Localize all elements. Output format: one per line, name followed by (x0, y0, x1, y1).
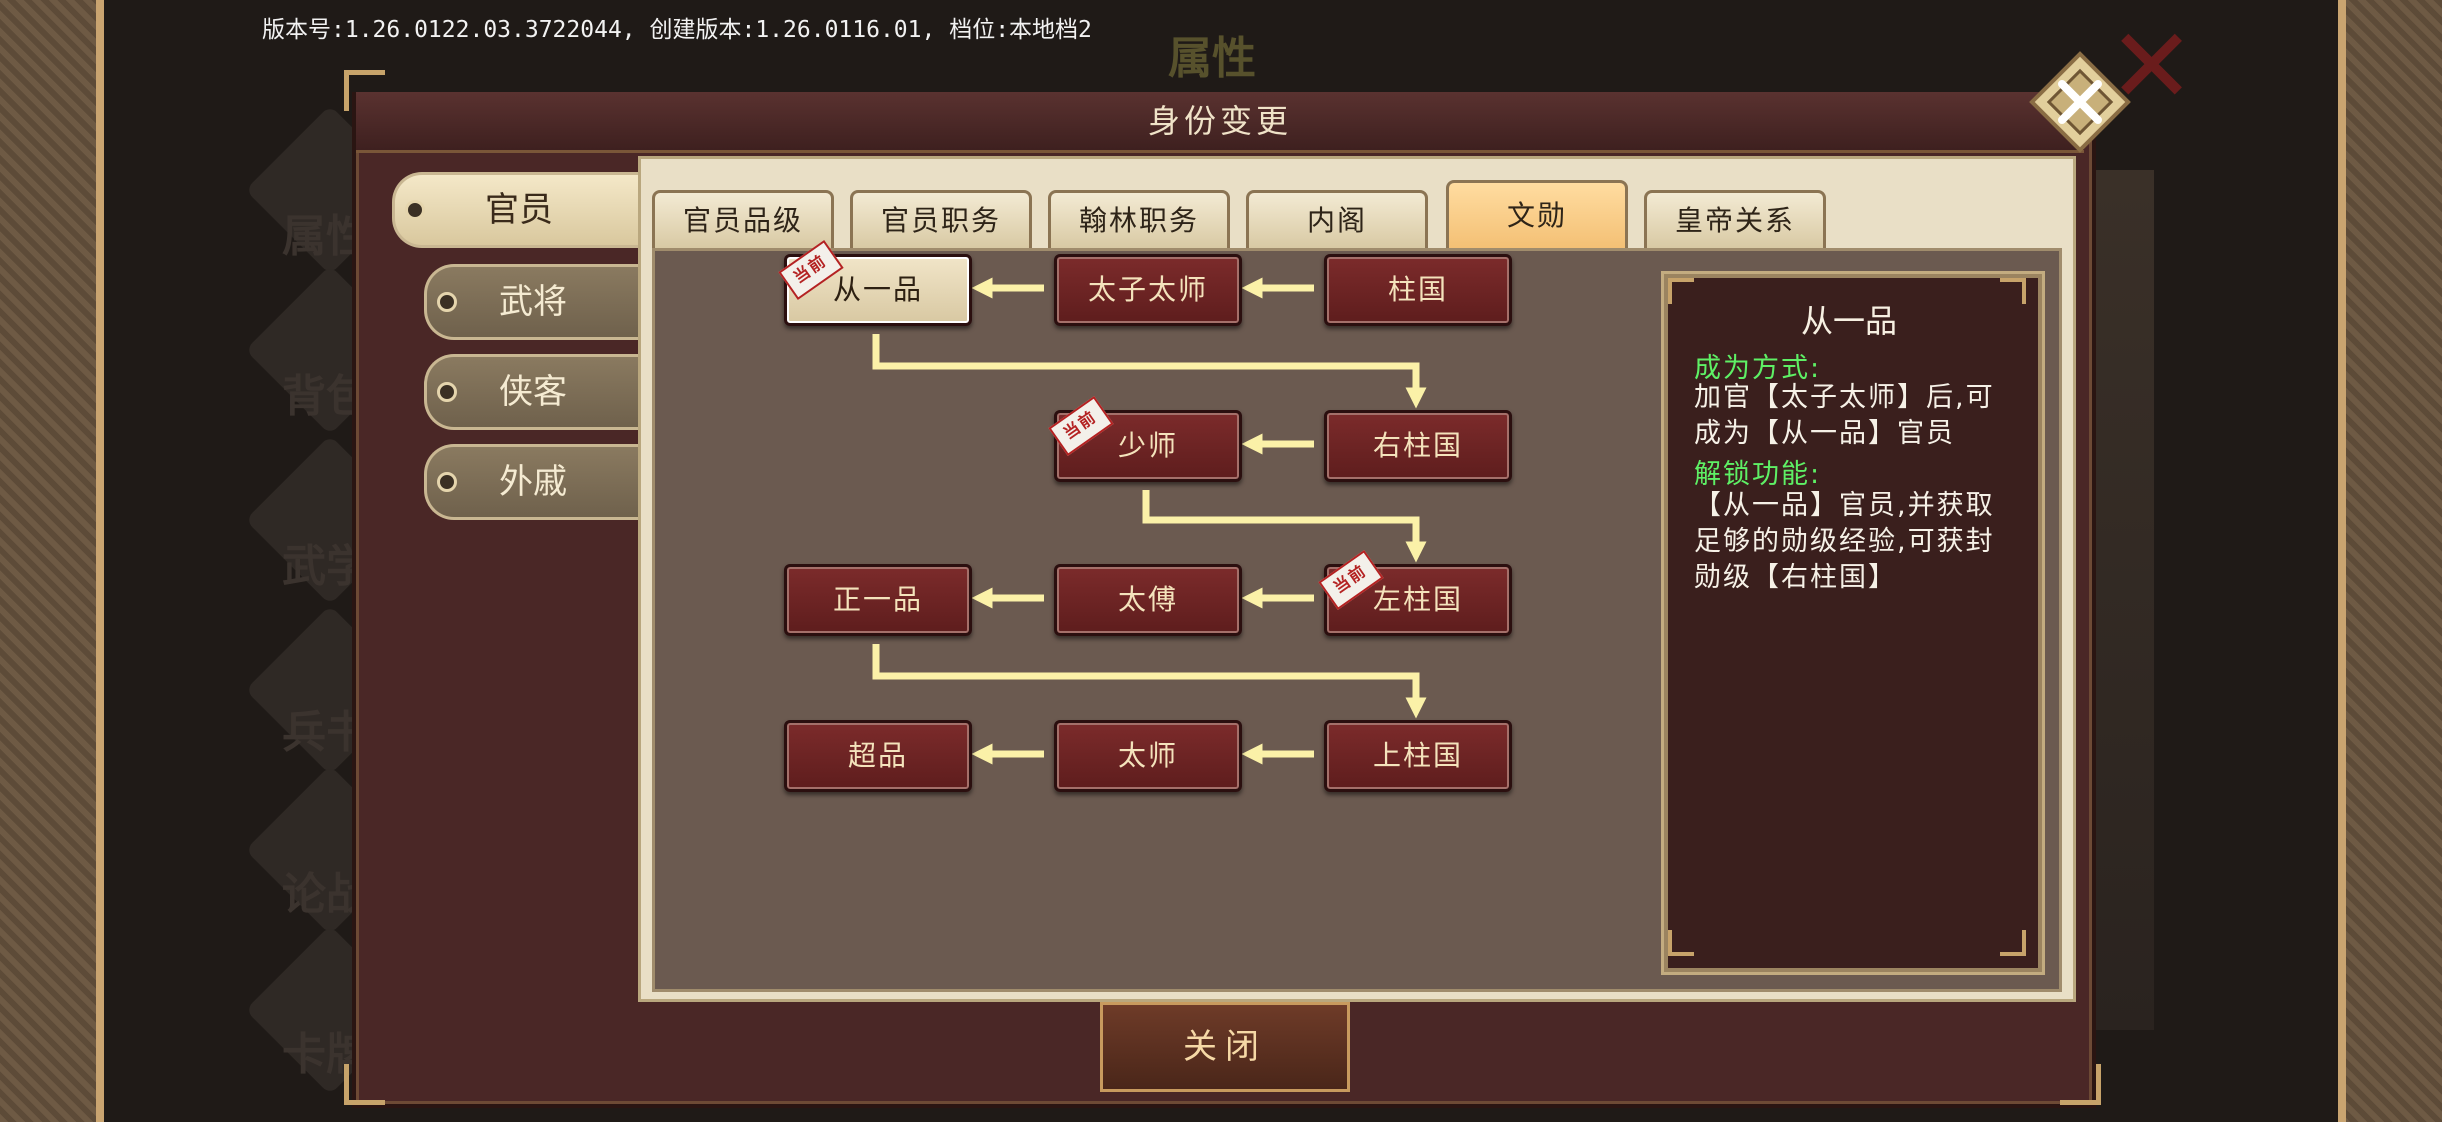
category-tab-general[interactable]: 武将 (424, 264, 639, 340)
background-right-border (2342, 0, 2442, 1122)
tab-emperor-relation[interactable]: 皇帝关系 (1644, 190, 1826, 249)
window-title: 身份变更 (1147, 102, 1292, 140)
info-corner-ornament (1668, 930, 1694, 956)
unlock-text: 【从一品】官员,并获取足够的勋级经验,可获封勋级【右柱国】 (1694, 490, 1995, 593)
info-title: 从一品 (1800, 302, 1897, 340)
tab-hanlin-post[interactable]: 翰林职务 (1048, 190, 1230, 249)
category-label: 侠客 (499, 372, 567, 412)
category-label: 官员 (485, 190, 553, 230)
tab-bullet (405, 200, 425, 220)
info-corner-ornament (2000, 930, 2026, 956)
category-tab-consort-family[interactable]: 外戚 (424, 444, 639, 520)
arrow (1142, 490, 1427, 563)
category-label: 外戚 (499, 462, 567, 502)
arrow (872, 644, 1427, 719)
rank-node[interactable]: 超品 (784, 720, 972, 792)
rank-node[interactable]: 柱国 (1324, 254, 1512, 326)
window-close-icon[interactable] (2028, 50, 2132, 154)
unlock-label: 解锁功能: (1694, 459, 1822, 490)
tab-bullet (437, 292, 457, 312)
tab-cabinet[interactable]: 内阁 (1246, 190, 1428, 249)
corner-ornament (344, 1064, 385, 1105)
rank-node[interactable]: 右柱国 (1324, 410, 1512, 482)
method-text: 加官【太子太师】后,可成为【从一品】官员 (1694, 382, 1995, 449)
rank-node[interactable]: 正一品 (784, 564, 972, 636)
background-left-border (0, 0, 100, 1122)
category-label: 武将 (499, 282, 567, 322)
arrow (872, 334, 1427, 409)
frame-edge-left (96, 0, 104, 1122)
category-tab-knight[interactable]: 侠客 (424, 354, 639, 430)
close-button[interactable]: 关闭 (1100, 1002, 1350, 1092)
rank-node-label: 左柱国 (1372, 583, 1463, 616)
background-title: 属性 (1168, 33, 1256, 84)
rank-node-label: 从一品 (832, 273, 923, 306)
rank-node[interactable]: 上柱国 (1324, 720, 1512, 792)
frame-edge-right (2338, 0, 2346, 1122)
rank-node[interactable]: 左柱国 当前 (1318, 550, 1512, 636)
tab-civil-merit[interactable]: 文勋 (1446, 180, 1628, 251)
tab-official-post[interactable]: 官员职务 (850, 190, 1032, 249)
corner-ornament (2060, 1064, 2101, 1105)
rank-node-label: 太傅 (1117, 583, 1178, 616)
rank-node-label: 柱国 (1387, 273, 1448, 306)
rank-node-label: 太师 (1117, 739, 1178, 772)
rank-node-label: 少师 (1117, 429, 1178, 462)
rank-node[interactable]: 从一品 当前 (778, 240, 972, 326)
rank-node-label: 上柱国 (1372, 739, 1463, 772)
rank-node-label: 太子太师 (1087, 273, 1208, 306)
rank-node-label: 正一品 (832, 583, 923, 616)
rank-node-label: 右柱国 (1372, 429, 1463, 462)
rank-node[interactable]: 少师 当前 (1048, 396, 1242, 482)
rank-node[interactable]: 太子太师 (1054, 254, 1242, 326)
category-tab-official[interactable]: 官员 (392, 172, 643, 248)
tab-bullet (437, 382, 457, 402)
tab-bullet (437, 472, 457, 492)
corner-ornament (344, 70, 385, 111)
rank-node[interactable]: 太师 (1054, 720, 1242, 792)
rank-node-label: 超品 (847, 739, 908, 772)
tab-official-rank[interactable]: 官员品级 (652, 190, 834, 249)
rank-node[interactable]: 太傅 (1054, 564, 1242, 636)
version-text: 版本号:1.26.0122.03.3722044, 创建版本:1.26.0116… (262, 17, 1092, 43)
